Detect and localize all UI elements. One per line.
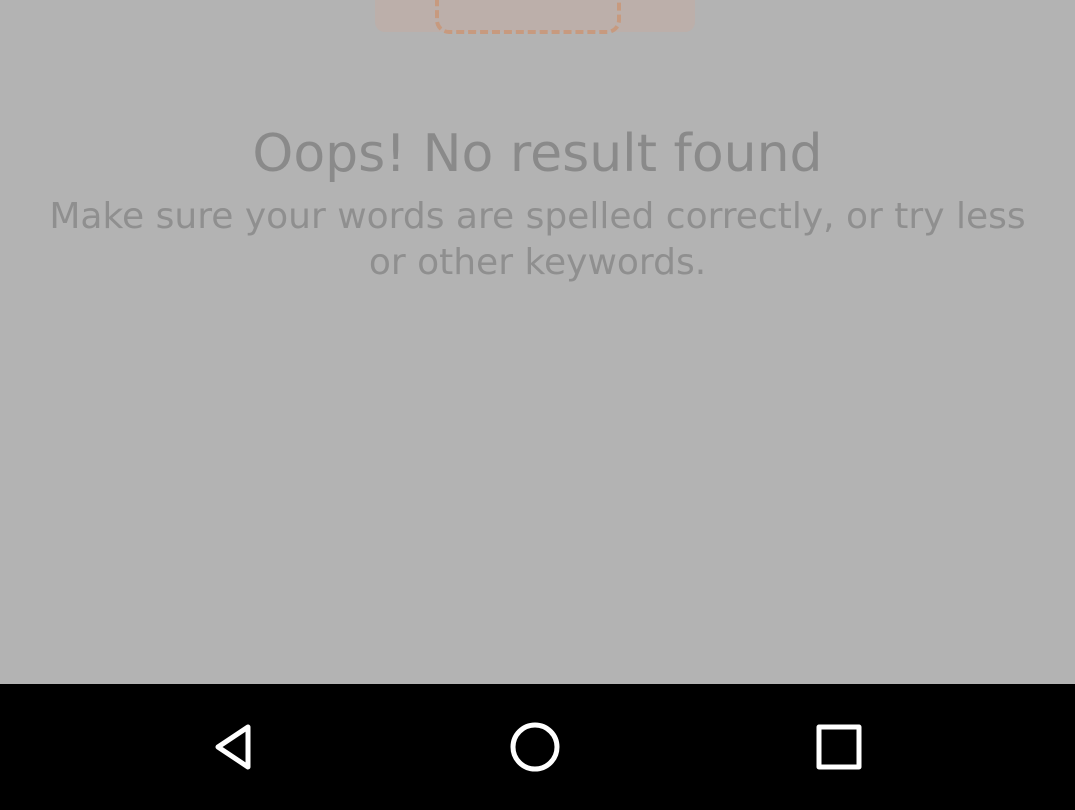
recents-button[interactable] xyxy=(804,712,874,782)
empty-state-message: Make sure your words are spelled correct… xyxy=(49,196,1026,283)
system-navigation-bar xyxy=(0,684,1075,810)
home-circle-icon xyxy=(510,722,560,772)
back-triangle-icon xyxy=(215,724,251,770)
recents-square-icon xyxy=(816,724,862,770)
empty-state-title: Oops! No result found xyxy=(252,124,823,184)
empty-state-area: Oops! No result found Make sure your wor… xyxy=(0,0,1075,684)
screen: Oops! No result found Make sure your wor… xyxy=(0,0,1075,810)
illustration-dashed-box xyxy=(435,0,621,34)
empty-search-illustration xyxy=(375,0,695,34)
home-button[interactable] xyxy=(500,712,570,782)
back-button[interactable] xyxy=(197,712,267,782)
